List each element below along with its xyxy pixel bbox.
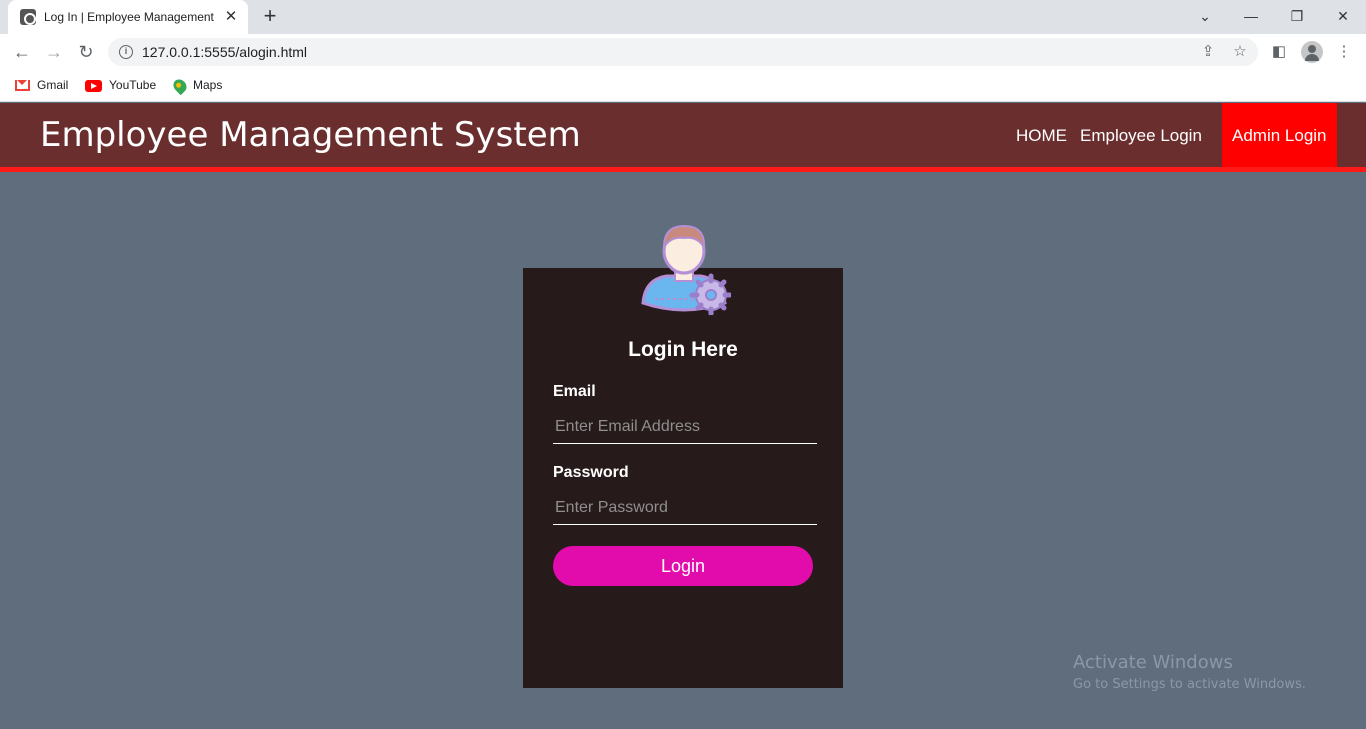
site-header: Employee Management System HOME Employee… bbox=[0, 103, 1366, 167]
nav-home-link[interactable]: HOME bbox=[1016, 103, 1067, 167]
browser-toolbar: ← → ↻ i 127.0.0.1:5555/alogin.html ⇪ ☆ ◧… bbox=[0, 34, 1366, 70]
bookmark-label: Maps bbox=[193, 78, 223, 92]
address-bar[interactable]: i 127.0.0.1:5555/alogin.html ⇪ ☆ bbox=[108, 38, 1258, 66]
youtube-icon bbox=[85, 79, 102, 92]
email-input[interactable] bbox=[553, 410, 817, 444]
reload-icon[interactable]: ↻ bbox=[74, 40, 98, 64]
restore-icon[interactable]: ❐ bbox=[1283, 4, 1311, 28]
nav-admin-login-link[interactable]: Admin Login bbox=[1222, 103, 1337, 167]
profile-avatar-icon[interactable] bbox=[1301, 41, 1323, 63]
bookmark-maps[interactable]: Maps bbox=[170, 76, 223, 96]
login-button[interactable]: Login bbox=[553, 546, 813, 586]
site-favicon-icon bbox=[20, 9, 36, 25]
admin-user-icon bbox=[641, 224, 731, 315]
login-card: Login Here Email Password Login bbox=[523, 268, 843, 688]
bookmark-label: Gmail bbox=[37, 78, 69, 92]
site-info-icon[interactable]: i bbox=[119, 45, 133, 59]
browser-tab[interactable]: Log In | Employee Management System ✕ bbox=[8, 0, 248, 34]
activate-windows-subtitle: Go to Settings to activate Windows. bbox=[1073, 677, 1306, 692]
nav-employee-login-link[interactable]: Employee Login bbox=[1080, 103, 1202, 167]
bookmark-star-icon[interactable]: ☆ bbox=[1230, 42, 1250, 62]
new-tab-icon[interactable]: + bbox=[258, 5, 282, 29]
side-panel-icon[interactable]: ◧ bbox=[1269, 42, 1289, 62]
url-text[interactable]: 127.0.0.1:5555/alogin.html bbox=[142, 44, 307, 60]
password-input[interactable] bbox=[553, 491, 817, 525]
browser-tab-bar: Log In | Employee Management System ✕ + … bbox=[0, 0, 1366, 34]
minimize-icon[interactable]: — bbox=[1237, 4, 1265, 28]
password-label: Password bbox=[553, 464, 629, 481]
tab-search-icon[interactable]: ⌄ bbox=[1191, 4, 1219, 28]
gmail-icon bbox=[15, 80, 30, 92]
login-title: Login Here bbox=[628, 338, 738, 361]
maps-icon bbox=[170, 76, 190, 96]
share-icon[interactable]: ⇪ bbox=[1198, 42, 1218, 62]
activate-windows-title: Activate Windows bbox=[1073, 652, 1233, 673]
site-brand: Employee Management System bbox=[40, 115, 581, 155]
menu-icon[interactable]: ⋮ bbox=[1334, 42, 1354, 62]
email-label: Email bbox=[553, 383, 596, 400]
bookmarks-bar: Gmail YouTube Maps bbox=[0, 70, 1366, 102]
tab-title: Log In | Employee Management System bbox=[44, 10, 216, 24]
bookmark-label: YouTube bbox=[109, 78, 157, 92]
bookmark-youtube[interactable]: YouTube bbox=[85, 77, 156, 95]
close-window-icon[interactable]: ✕ bbox=[1329, 4, 1357, 28]
bookmark-gmail[interactable]: Gmail bbox=[15, 77, 68, 95]
forward-icon[interactable]: → bbox=[42, 40, 66, 64]
back-icon[interactable]: ← bbox=[10, 40, 34, 64]
close-tab-icon[interactable]: ✕ bbox=[222, 8, 240, 26]
header-divider bbox=[0, 167, 1366, 172]
